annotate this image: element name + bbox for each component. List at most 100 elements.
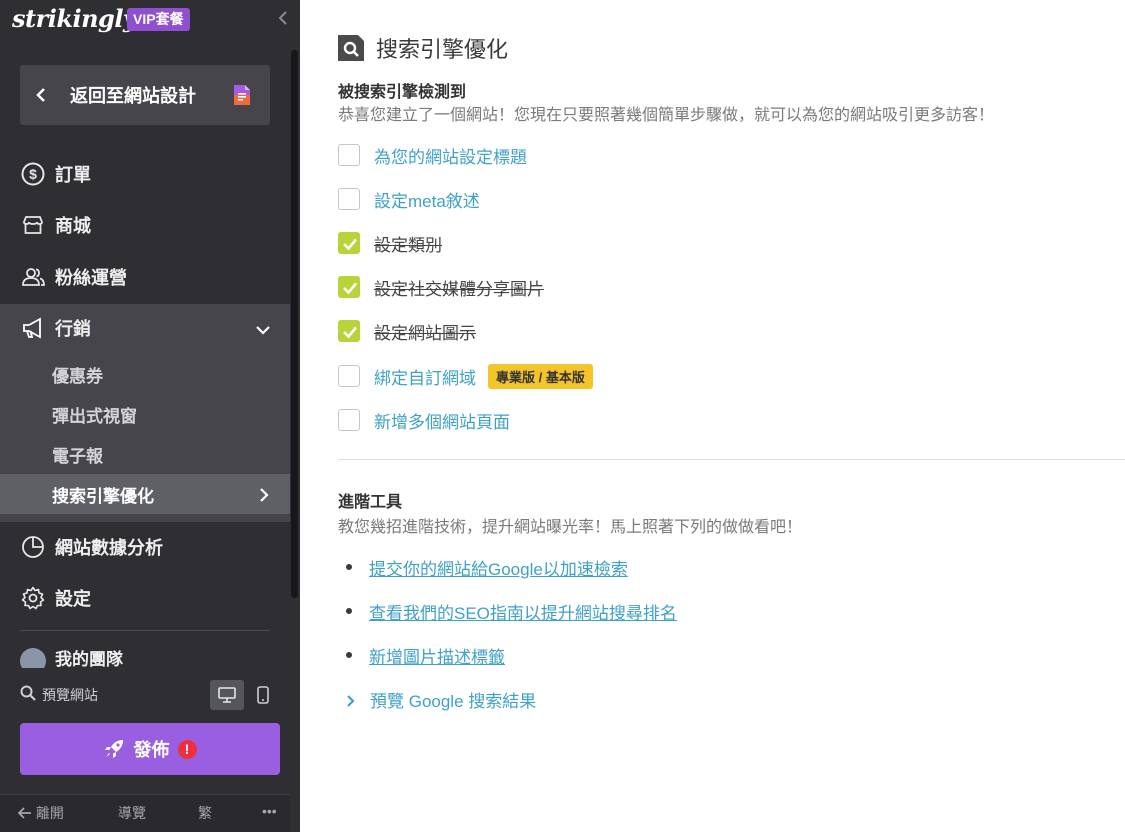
more-options-button[interactable]: ••• [262, 803, 277, 819]
sub-item-label: 搜索引擎優化 [52, 486, 154, 506]
checkmark-icon [343, 282, 357, 295]
advanced-heading: 進階工具 [338, 494, 403, 511]
submit-to-google-link[interactable]: 提交你的網站給Google以加速檢索 [369, 555, 628, 580]
checklist-label[interactable]: 設定meta敘述 [374, 187, 480, 212]
image-alt-tags-link[interactable]: 新增圖片描述標籤 [369, 643, 505, 668]
dollar-circle-icon: $ [21, 162, 45, 186]
sidebar-item-team[interactable]: 我的團隊 [20, 646, 123, 668]
list-item: 查看我們的SEO指南以提升網站搜尋排名 [346, 599, 677, 623]
guide-button[interactable]: 導覽 [118, 803, 146, 823]
checklist-label: 設定類別 [374, 235, 442, 255]
advanced-description: 教您幾招進階技術，提升網站曝光率！馬上照著下列的做做看吧！ [338, 519, 803, 536]
checklist-label[interactable]: 為您的網站設定標題 [374, 143, 527, 168]
checkmark-icon [343, 238, 357, 251]
storefront-icon [21, 213, 45, 237]
sidebar-item-label: 網站數據分析 [55, 538, 163, 558]
svg-text:$: $ [29, 166, 37, 182]
language-button[interactable]: 繁 [198, 803, 212, 823]
sub-item-label: 優惠券 [52, 366, 103, 386]
sidebar-item-analytics[interactable]: 網站數據分析 [0, 525, 290, 569]
strikingly-logo[interactable]: strikingly [12, 4, 137, 33]
plan-badge: 專業版 / 基本版 [488, 363, 593, 389]
bullet-icon [346, 608, 352, 614]
sidebar: strikingly VIP套餐 返回至網站設計 $ 訂單 商城 粉絲運營 行銷… [0, 0, 300, 832]
desktop-icon [218, 687, 236, 703]
bullet-icon [346, 652, 352, 658]
checklist-label[interactable]: 新增多個網站頁面 [374, 408, 510, 433]
checklist-item-custom-domain[interactable]: 綁定自訂網域 專業版 / 基本版 [338, 363, 593, 389]
checklist-item-share-image[interactable]: 設定社交媒體分享圖片 [338, 275, 544, 299]
sidebar-item-marketing[interactable]: 行銷 [0, 304, 290, 352]
search-icon [20, 685, 36, 701]
chevron-right-icon [258, 487, 270, 502]
seo-guide-link[interactable]: 查看我們的SEO指南以提升網站搜尋排名 [369, 599, 677, 624]
sub-item-label: 彈出式視窗 [52, 406, 137, 426]
sidebar-item-label: 粉絲運營 [55, 268, 127, 288]
sidebar-item-newsletter[interactable]: 電子報 [0, 434, 290, 474]
sidebar-item-seo[interactable]: 搜索引擎優化 [0, 474, 290, 514]
leave-label: 離開 [35, 805, 64, 821]
sidebar-item-label: 設定 [55, 589, 91, 609]
section-divider [338, 459, 1125, 460]
preview-bar: 預覽網站 [0, 672, 290, 718]
checkbox-checked[interactable] [338, 232, 360, 254]
sidebar-item-settings[interactable]: 設定 [0, 576, 290, 620]
checklist-item-meta[interactable]: 設定meta敘述 [338, 187, 480, 211]
preview-google-label: 預覽 Google 搜索結果 [370, 692, 537, 711]
sidebar-item-label: 商城 [55, 216, 91, 236]
marketing-submenu: 優惠券 彈出式視窗 電子報 搜索引擎優化 [0, 352, 290, 522]
list-item: 新增圖片描述標籤 [346, 643, 505, 667]
sidebar-item-popup[interactable]: 彈出式視窗 [0, 394, 290, 434]
detect-description: 恭喜您建立了一個網站！您現在只要照著幾個簡單步驟做，就可以為您的網站吸引更多訪客… [338, 107, 995, 124]
checkbox-unchecked[interactable] [338, 144, 360, 166]
list-item: 提交你的網站給Google以加速檢索 [346, 555, 628, 579]
sidebar-item-coupons[interactable]: 優惠券 [0, 354, 290, 394]
checklist-label[interactable]: 綁定自訂網域 [374, 364, 476, 389]
mobile-preview-toggle[interactable] [250, 680, 276, 710]
checkbox-unchecked[interactable] [338, 365, 360, 387]
checklist-item-site-title[interactable]: 為您的網站設定標題 [338, 143, 527, 167]
checkbox-checked[interactable] [338, 320, 360, 342]
leave-button[interactable]: 離開 [17, 803, 64, 823]
checklist-item-category[interactable]: 設定類別 [338, 231, 442, 255]
detect-heading: 被搜索引擎檢測到 [338, 84, 467, 101]
sidebar-bottom-bar: 離開 導覽 繁 ••• [0, 794, 300, 832]
checkbox-checked[interactable] [338, 276, 360, 298]
main-content: 搜索引擎優化 被搜索引擎檢測到 恭喜您建立了一個網站！您現在只要照著幾個簡單步驟… [300, 0, 1125, 832]
sidebar-item-orders[interactable]: $ 訂單 [0, 152, 290, 196]
sub-item-label: 電子報 [52, 446, 103, 466]
checkbox-unchecked[interactable] [338, 188, 360, 210]
page-title: 搜索引擎優化 [376, 37, 509, 62]
preview-google-results-toggle[interactable]: 預覽 Google 搜索結果 [346, 687, 536, 712]
collapse-sidebar-icon[interactable] [278, 10, 288, 31]
bullet-icon [346, 564, 352, 570]
sidebar-item-store[interactable]: 商城 [0, 203, 290, 247]
checklist-label: 設定網站圖示 [374, 323, 476, 343]
chevron-down-icon [256, 321, 270, 335]
sidebar-item-fans[interactable]: 粉絲運營 [0, 255, 290, 299]
megaphone-icon [21, 316, 45, 340]
people-icon [21, 265, 45, 289]
seo-search-icon [338, 35, 364, 61]
mobile-icon [257, 686, 269, 704]
desktop-preview-toggle[interactable] [210, 680, 244, 710]
publish-button[interactable]: 發佈 ! [20, 723, 280, 775]
sidebar-divider [20, 630, 270, 631]
team-label: 我的團隊 [55, 649, 123, 669]
sidebar-scrollbar[interactable] [291, 50, 298, 598]
arrow-left-icon [17, 807, 31, 819]
sidebar-item-label: 訂單 [55, 165, 91, 185]
vip-plan-badge: VIP套餐 [127, 8, 190, 31]
rocket-icon [104, 739, 124, 759]
team-avatar [20, 648, 46, 668]
gear-icon [21, 586, 45, 610]
sidebar-item-label: 行銷 [55, 319, 91, 339]
preview-site-link[interactable]: 預覽網站 [42, 685, 98, 705]
back-to-site-design-button[interactable]: 返回至網站設計 [20, 65, 270, 125]
checklist-item-pages[interactable]: 新增多個網站頁面 [338, 408, 510, 432]
checkbox-unchecked[interactable] [338, 409, 360, 431]
sidebar-content: strikingly VIP套餐 返回至網站設計 $ 訂單 商城 粉絲運營 行銷… [0, 0, 300, 832]
checklist-item-favicon[interactable]: 設定網站圖示 [338, 319, 476, 343]
chevron-right-icon [346, 694, 356, 707]
publish-label: 發佈 [133, 740, 170, 760]
